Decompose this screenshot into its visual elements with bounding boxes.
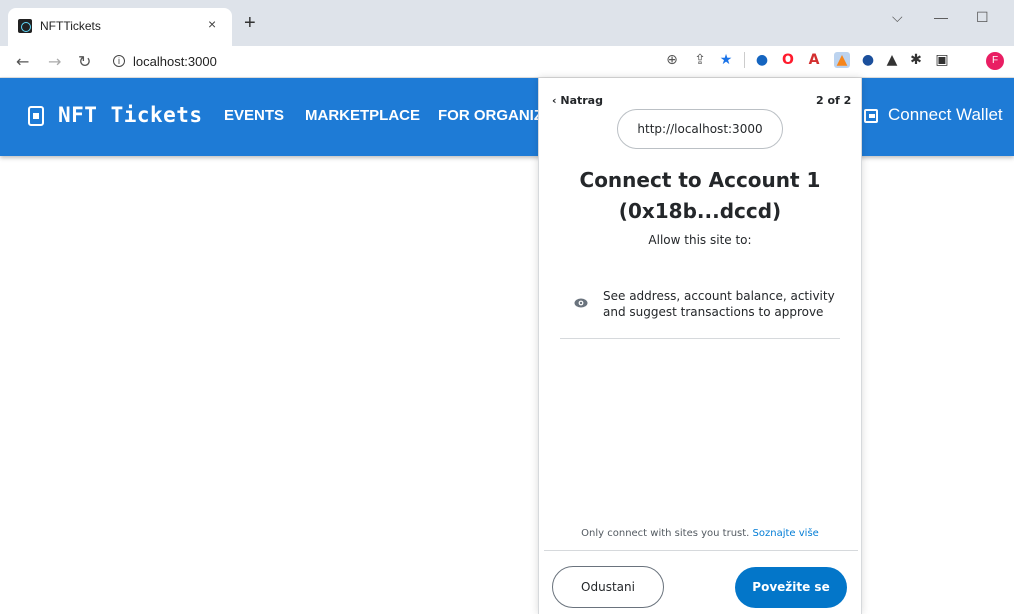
eye-icon <box>574 298 588 308</box>
zoom-icon[interactable]: ⊕ <box>664 52 680 68</box>
globe-extension-icon[interactable]: ● <box>860 52 876 68</box>
bookmark-star-icon[interactable]: ★ <box>718 52 734 68</box>
site-info-icon[interactable]: i <box>113 55 125 67</box>
react-favicon-icon <box>18 19 32 33</box>
droplet-extension-icon[interactable]: ● <box>754 52 770 68</box>
maximize-button[interactable]: ☐ <box>976 9 989 26</box>
translate-extension-icon[interactable]: A <box>806 52 822 68</box>
nav-organizers[interactable]: FOR ORGANIZERS <box>438 107 538 124</box>
ticket-icon <box>28 106 44 126</box>
site-origin-pill: http://localhost:3000 <box>617 109 783 149</box>
nav-events[interactable]: EVENTS <box>224 107 284 124</box>
back-arrow-icon[interactable]: ← <box>16 52 29 71</box>
back-label: Natrag <box>560 94 603 107</box>
wallet-icon <box>864 109 878 123</box>
forward-arrow-icon[interactable]: → <box>48 52 61 71</box>
cancel-button[interactable]: Odustani <box>552 566 664 608</box>
trust-notice: Only connect with sites you trust. Sozna… <box>540 528 860 539</box>
step-indicator: 2 of 2 <box>816 94 852 107</box>
url-text[interactable]: localhost:3000 <box>133 54 217 69</box>
new-tab-button[interactable]: + <box>244 12 256 35</box>
tab-search-chevron-icon[interactable]: ⌵ <box>892 9 903 26</box>
tab-title: NFTTickets <box>40 19 101 33</box>
reload-icon[interactable]: ↻ <box>78 52 91 71</box>
account-address: (0x18b...dccd) <box>618 199 782 223</box>
metamask-fox-icon[interactable]: ▲ <box>834 52 850 68</box>
nav-marketplace[interactable]: MARKETPLACE <box>305 107 420 124</box>
puzzle-extensions-icon[interactable]: ✱ <box>908 52 924 68</box>
opera-extension-icon[interactable]: O <box>780 52 796 68</box>
footer-divider <box>544 550 858 551</box>
brand-title[interactable]: NFT Tickets <box>58 103 203 127</box>
side-panel-icon[interactable]: ▣ <box>934 52 950 68</box>
minimize-button[interactable]: — <box>934 9 948 25</box>
tab-close-button[interactable]: × <box>208 16 216 32</box>
nav-organizers-clip: FOR ORGANIZERS <box>438 100 538 130</box>
learn-more-link[interactable]: Soznajte više <box>753 528 819 539</box>
share-icon[interactable]: ⇪ <box>692 52 708 68</box>
profile-avatar[interactable]: F <box>986 52 1004 70</box>
connect-button[interactable]: Povežite se <box>735 567 847 608</box>
back-button[interactable]: ‹ Natrag <box>552 94 603 107</box>
allow-label: Allow this site to: <box>648 233 752 247</box>
permission-description: See address, account balance, activity a… <box>603 289 835 319</box>
divider <box>560 338 840 339</box>
connect-title: Connect to Account 1 <box>579 168 821 192</box>
trust-notice-text: Only connect with sites you trust. <box>581 528 750 539</box>
toolbar-divider <box>744 52 745 68</box>
ship-extension-icon[interactable]: ▲ <box>884 52 900 68</box>
connect-wallet-label[interactable]: Connect Wallet <box>888 105 1003 125</box>
